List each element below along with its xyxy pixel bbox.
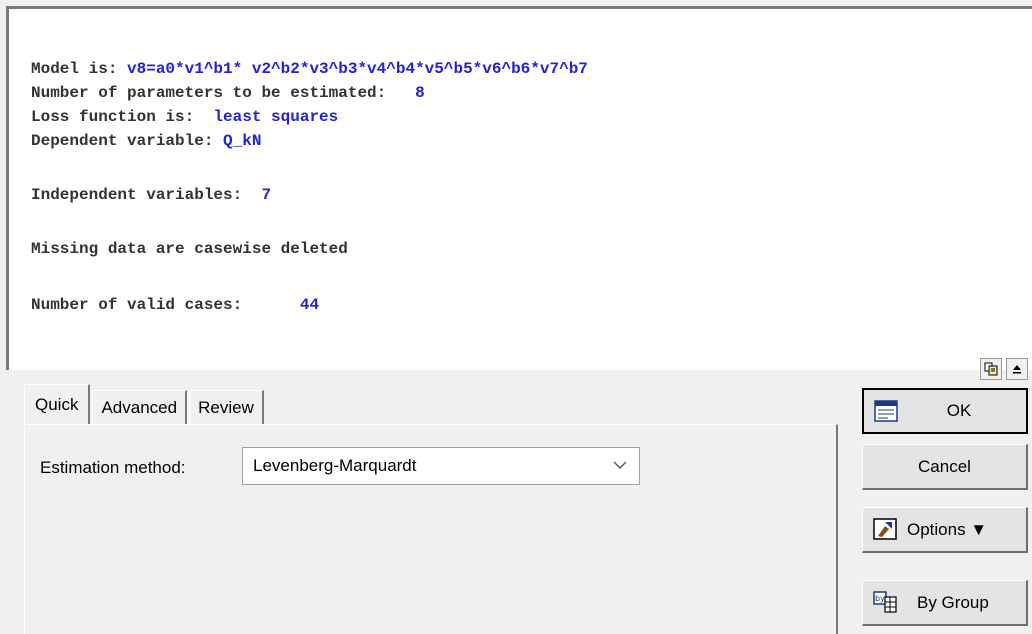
output-panel: Model is: v8=a0*v1^b1* v2^b2*v3^b3*v4^b4… [6,6,1032,370]
output-spacer [31,261,588,293]
by-group-button[interactable]: by By Group [862,580,1028,626]
cases-value: 44 [299,296,320,314]
output-line-model: Model is: v8=a0*v1^b1* v2^b2*v3^b3*v4^b4… [31,57,588,81]
tab-quick[interactable]: Quick [24,384,91,424]
cancel-label: Cancel [918,456,971,476]
output-line-missing: Missing data are casewise deleted [31,237,588,261]
cancel-button[interactable]: Cancel [862,444,1028,490]
estimation-method-label: Estimation method: [40,458,186,477]
options-icon [873,518,897,540]
output-line-dependent: Dependent variable: Q_kN [31,129,588,153]
model-value: v8=a0*v1^b1* v2^b2*v3^b3*v4^b4*v5^b5*v6^… [127,60,588,78]
model-label: Model is: [31,60,128,78]
output-text: Model is: v8=a0*v1^b1* v2^b2*v3^b3*v4^b4… [31,57,588,317]
ok-label: OK [946,401,972,420]
independent-label: Independent variables: [31,186,262,204]
by-group-label: By Group [917,592,989,612]
ok-button[interactable]: OK [862,388,1028,434]
dependent-value: Q_kN [223,132,262,150]
loss-label: Loss function is: [31,108,214,126]
tab-review[interactable]: Review [189,390,264,424]
loss-value: least squares [213,108,339,126]
estimation-method-select[interactable]: Levenberg-Marquardt [242,447,640,485]
output-line-params: Number of parameters to be estimated: 8 [31,81,588,105]
collapse-icon [1013,365,1021,374]
output-line-independent: Independent variables: 7 [31,183,588,207]
params-label: Number of parameters to be estimated: [31,84,416,102]
tab-advanced[interactable]: Advanced [92,390,188,424]
output-line-cases: Number of valid cases: 44 [31,293,588,317]
copy-button[interactable] [980,358,1002,380]
options-button[interactable]: Options ▼ [862,507,1028,553]
independent-value: 7 [261,186,272,204]
params-value: 8 [415,84,425,102]
output-spacer [31,153,588,183]
copy-icon [984,362,998,376]
chevron-down-icon [613,461,627,469]
missing-text: Missing data are casewise deleted [31,240,348,258]
estimation-method-value: Levenberg-Marquardt [253,456,417,475]
collapse-button[interactable] [1006,358,1028,380]
output-spacer [31,207,588,237]
svg-text:by: by [875,594,885,603]
cases-label: Number of valid cases: [31,296,300,314]
options-label: Options ▼ [907,519,988,539]
tab-strip: Quick Advanced Review [24,384,266,424]
dependent-label: Dependent variable: [31,132,224,150]
by-group-icon: by [873,591,897,613]
output-line-loss: Loss function is: least squares [31,105,588,129]
